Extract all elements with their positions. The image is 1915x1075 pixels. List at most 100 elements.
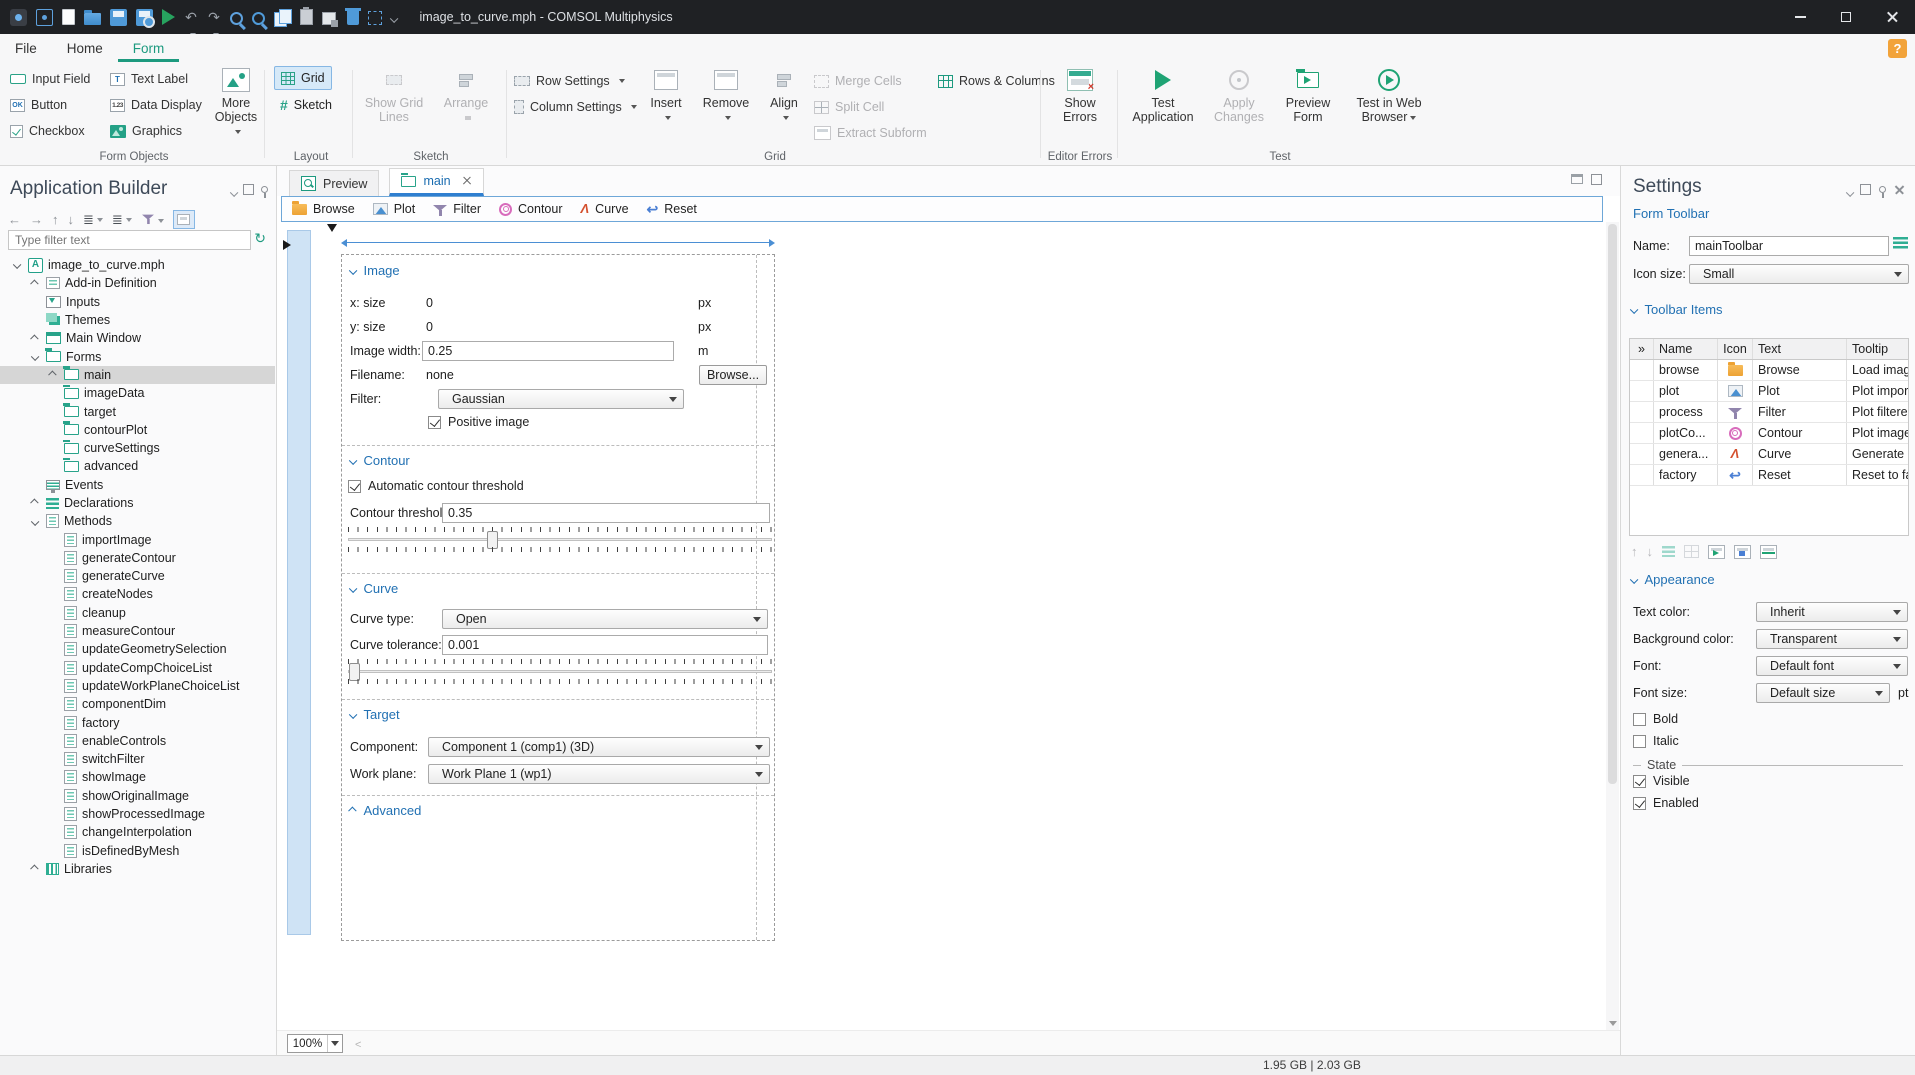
find-icon[interactable] — [252, 11, 265, 25]
contour-threshold-input[interactable] — [442, 503, 770, 523]
form-toolbar-browse-button[interactable]: Browse — [292, 200, 355, 216]
positive-image-checkbox-box[interactable] — [428, 415, 441, 429]
tree-item-inputs[interactable]: Inputs — [0, 293, 275, 311]
sketch-mode-button[interactable]: # Sketch — [274, 93, 338, 117]
redo-icon[interactable]: ↷ — [207, 9, 221, 37]
chevron-right-icon[interactable] — [28, 334, 41, 343]
tree-item-add-in-definition[interactable]: Add-in Definition — [0, 274, 275, 292]
tree-item-libraries[interactable]: Libraries — [0, 860, 275, 878]
form-toolbar-filter-button[interactable]: Filter — [433, 202, 481, 216]
scroll-down-icon[interactable] — [1609, 1021, 1617, 1026]
test-in-web-browser-button[interactable]: Test in Web Browser — [1347, 66, 1431, 125]
select-icon[interactable] — [368, 10, 382, 25]
chevron-down-icon[interactable] — [10, 261, 23, 270]
data-display-button[interactable]: 1.23 Data Display — [110, 94, 202, 116]
show-errors-button[interactable]: × Show Errors — [1049, 66, 1111, 125]
chevron-down-icon[interactable] — [28, 352, 41, 361]
chevron-right-icon[interactable] — [28, 865, 41, 873]
nav-down-icon[interactable]: ↓ — [68, 212, 75, 227]
toolbar-item-row-process[interactable]: process Filter Plot filtered i... — [1630, 402, 1908, 423]
font-select[interactable]: Default font — [1756, 656, 1908, 676]
tree-item-factory[interactable]: factory — [0, 713, 275, 731]
enabled-checkbox-box[interactable] — [1633, 796, 1646, 810]
save-as-icon[interactable] — [136, 8, 155, 28]
positive-image-checkbox[interactable]: Positive image — [428, 415, 529, 429]
align-button[interactable]: Align — [762, 66, 806, 125]
italic-checkbox[interactable]: Italic — [1633, 734, 1679, 748]
app-window-icon[interactable] — [36, 8, 53, 26]
nav-forward-icon[interactable]: → — [30, 212, 43, 227]
qat-overflow-icon[interactable] — [389, 10, 398, 24]
browse-file-button[interactable]: Browse... — [699, 365, 767, 385]
tree-item-events[interactable]: Events — [0, 476, 275, 494]
input-field-button[interactable]: Input Field — [10, 68, 90, 90]
name-edit-icon[interactable] — [1893, 237, 1908, 253]
tree-item-themes[interactable]: Themes — [0, 311, 275, 329]
auto-threshold-checkbox-box[interactable] — [348, 479, 361, 493]
chevron-down-icon[interactable] — [28, 517, 41, 526]
tab-preview[interactable]: Preview — [289, 170, 380, 196]
toolbar-item-row-plotco[interactable]: plotCo... Contour Plot image c... — [1630, 423, 1908, 444]
column-settings-button[interactable]: Column Settings — [514, 96, 637, 118]
merge-cells-button[interactable]: Merge Cells — [814, 70, 902, 92]
chevron-right-icon[interactable] — [46, 371, 59, 379]
chevron-right-icon[interactable] — [28, 499, 41, 507]
edit-table-icon[interactable] — [1684, 545, 1699, 558]
move-down-icon[interactable]: ↓ — [1647, 544, 1654, 559]
maximize-button[interactable] — [1823, 0, 1869, 34]
zoom-control[interactable]: 100% — [287, 1034, 343, 1053]
section-contour[interactable]: Contour — [348, 453, 410, 468]
add-separator-item-icon[interactable] — [1760, 544, 1777, 559]
toolbar-item-row-plot[interactable]: plot Plot Plot importe... — [1630, 381, 1908, 402]
settings-close-icon[interactable] — [1894, 184, 1905, 195]
tab-form[interactable]: Form — [117, 36, 180, 62]
tree-item-imagedata[interactable]: imageData — [0, 384, 275, 402]
rows-columns-button[interactable]: Rows & Columns — [938, 70, 1055, 92]
tree-item-advanced[interactable]: advanced — [0, 457, 275, 475]
auto-threshold-checkbox[interactable]: Automatic contour threshold — [348, 479, 524, 493]
filter-menu-icon[interactable] — [141, 212, 164, 228]
button-object-button[interactable]: OK Button — [10, 94, 67, 116]
section-image[interactable]: Image — [348, 263, 400, 278]
editor-float-icon[interactable] — [1591, 174, 1602, 185]
text-label-button[interactable]: T Text Label — [110, 68, 188, 90]
tree-item-curvesettings[interactable]: curveSettings — [0, 439, 275, 457]
work-plane-select[interactable]: Work Plane 1 (wp1) — [428, 764, 770, 784]
tree-item-main[interactable]: main — [0, 365, 275, 385]
arrange-button[interactable]: Arrange — [436, 66, 496, 125]
tab-main[interactable]: main — [389, 168, 484, 196]
expand-all-icon[interactable]: ≣ — [112, 212, 132, 228]
new-file-icon[interactable] — [62, 9, 75, 25]
editor-restore-icon[interactable] — [1571, 174, 1583, 184]
tree-item-showoriginalimage[interactable]: showOriginalImage — [0, 787, 275, 805]
italic-checkbox-box[interactable] — [1633, 734, 1646, 748]
add-button-item-icon[interactable] — [1708, 544, 1725, 559]
tree-item-methods[interactable]: Methods — [0, 511, 275, 530]
panel-float-icon[interactable] — [243, 184, 254, 195]
delete-icon[interactable] — [345, 8, 361, 25]
grid-mode-button[interactable]: Grid — [274, 66, 332, 90]
undo-icon[interactable]: ↶ — [184, 9, 198, 37]
panel-pin-icon[interactable] — [261, 186, 268, 198]
tree-item-componentdim[interactable]: componentDim — [0, 695, 275, 713]
panel-collapse-icon[interactable] — [229, 184, 238, 198]
toolbar-item-row-genera[interactable]: genera... Λ Curve Generate cur... — [1630, 444, 1908, 465]
toolbar-item-row-browse[interactable]: browse Browse Load image... — [1630, 360, 1908, 381]
tree-item-image-to-curve-mph[interactable]: Aimage_to_curve.mph — [0, 256, 275, 274]
show-windows-icon[interactable] — [172, 210, 195, 229]
checkbox-object-button[interactable]: Checkbox — [10, 120, 85, 142]
paste-icon[interactable] — [300, 7, 313, 25]
form-toolbar-curve-button[interactable]: Λ Curve — [581, 202, 629, 217]
duplicate-icon[interactable] — [322, 11, 338, 27]
tree-item-forms[interactable]: Forms — [0, 346, 275, 365]
zoom-dropdown-icon[interactable] — [327, 1035, 342, 1052]
enabled-checkbox[interactable]: Enabled — [1633, 796, 1699, 810]
icon-size-select[interactable]: Small — [1689, 264, 1909, 284]
split-cell-button[interactable]: Split Cell — [814, 96, 884, 118]
refresh-icon[interactable]: ↻ — [254, 230, 266, 247]
close-button[interactable] — [1869, 0, 1915, 34]
apply-changes-button[interactable]: Apply Changes — [1207, 66, 1271, 125]
visible-checkbox[interactable]: Visible — [1633, 774, 1690, 788]
collapse-all-icon[interactable]: ≣ — [83, 212, 103, 228]
section-target[interactable]: Target — [348, 707, 400, 722]
